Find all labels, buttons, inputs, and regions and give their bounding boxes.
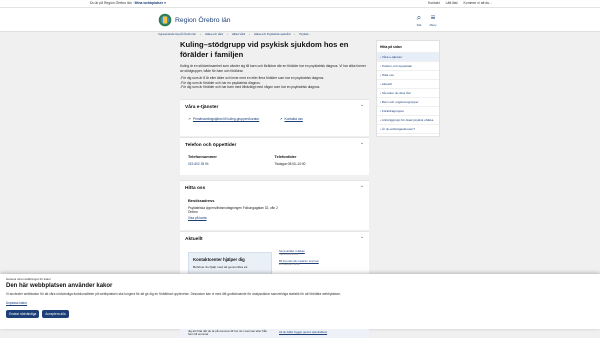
content-below-banner: dig att hitta rätt du är på sommar till … bbox=[180, 329, 369, 338]
section-title: Aktuellt bbox=[185, 236, 203, 242]
news-item[interactable]: Bli bra utan din medicin i sommar 26 maj… bbox=[279, 260, 364, 266]
phone-section: Telefon och öppettider ⌃ Telefonnummer 0… bbox=[180, 137, 369, 175]
utility-link-contact[interactable]: Kontakt bbox=[428, 1, 440, 5]
chevron-up-icon: ⌃ bbox=[360, 236, 364, 241]
phone-header[interactable]: Telefon och öppettider ⌃ bbox=[180, 138, 369, 152]
news-date: 26 maj 2023 16:00 bbox=[279, 263, 300, 266]
find-us-header[interactable]: Hitta oss ⌃ bbox=[180, 181, 369, 195]
cookie-title: Den här webbplatsen använder kakor bbox=[6, 283, 113, 289]
hours-value: Tisdagar 08:00–10:00 bbox=[274, 162, 306, 166]
news-date: 5 juni 2023 09:00 bbox=[279, 253, 299, 256]
sidenav-heading: Hitta på sidan bbox=[377, 43, 439, 53]
cookie-banner: Hantera dina inställningar för kakor Den… bbox=[0, 274, 600, 329]
menu-button[interactable]: ≡ Meny bbox=[426, 13, 440, 28]
chevron-up-icon: ⌃ bbox=[360, 142, 364, 147]
news-list: Sommartider i Hälsan 5 juni 2023 09:00 B… bbox=[279, 250, 364, 270]
breadcrumb-item[interactable]: Uppsamlande fas på Örebro län bbox=[158, 33, 196, 36]
news-title[interactable]: Att du häller bygger genom sjärvändkust bbox=[279, 331, 327, 334]
utility-links: Kontakt Lätt läst Kommer vi att du... bbox=[428, 1, 492, 5]
card-title: Kontaktcenter hjälper dig bbox=[193, 257, 245, 262]
address-heading: Besöksadress bbox=[188, 198, 215, 203]
news-item[interactable]: Sommartider i Hälsan 5 juni 2023 09:00 bbox=[279, 250, 364, 256]
accept-all-button[interactable]: Acceptera alla bbox=[42, 310, 69, 318]
phone-heading: Telefonnummer bbox=[188, 154, 217, 159]
eservices-section: Våra e-tjänster ⌃ ↗ Primärsamlingstjänst… bbox=[180, 99, 369, 136]
on-page-navigation: Hitta på sidan › Våra e-tjänster › Telef… bbox=[376, 40, 440, 137]
section-title: Våra e-tjänster bbox=[185, 104, 219, 110]
sidenav-item[interactable]: › Anhöriggrupp för ökad psykisk ohälsa bbox=[377, 116, 439, 125]
search-icon: ⌕ bbox=[416, 13, 422, 22]
sidenav-item[interactable]: › Telefon och öppettider bbox=[377, 62, 439, 71]
breadcrumb: Uppsamlande fas på Örebro län › Hälsa och… bbox=[158, 33, 311, 36]
cookie-subtitle: Hantera dina inställningar för kakor bbox=[6, 277, 51, 281]
eservice-link-group[interactable]: ↗ Primärsamlingstjänst till kuling-grupp… bbox=[188, 117, 270, 121]
map-link[interactable]: Visa på karta bbox=[188, 216, 361, 220]
sidenav-item[interactable]: › Är du anhöriganknuten? bbox=[377, 125, 439, 134]
site-logo[interactable]: Region Örebro län bbox=[158, 13, 231, 27]
cookie-description: Vi använder webbkakor för att våra nödvä… bbox=[6, 292, 341, 296]
site-switcher[interactable]: Du är på Region Örebro län · Mina webbpl… bbox=[90, 1, 166, 5]
external-link-icon: ↗ bbox=[188, 117, 191, 121]
chevron-down-icon: ▾ bbox=[164, 1, 166, 5]
intro-text: Kuling är en stödverksamhet som vänder s… bbox=[180, 64, 366, 73]
cookie-settings-link[interactable]: Anpassa kakor bbox=[6, 301, 594, 305]
hamburger-icon: ≡ bbox=[430, 13, 436, 22]
top-utility-bar: Du är på Region Örebro län · Mina webbpl… bbox=[0, 0, 600, 8]
breadcrumb-item[interactable]: Hälsa Vård bbox=[232, 33, 245, 36]
menu-label: Meny bbox=[429, 23, 437, 27]
utility-link-easy-read[interactable]: Lätt läst bbox=[446, 1, 458, 5]
utility-link-other[interactable]: Kommer vi att du... bbox=[464, 1, 492, 5]
phone-number-link[interactable]: 019-602 35 94 bbox=[188, 162, 275, 166]
my-sites-link[interactable]: Mina webbplatser bbox=[135, 1, 163, 5]
site-switcher-prefix: Du är på Region Örebro län bbox=[90, 1, 132, 5]
eservice-link-label: Primärsamlingstjänst till kuling-gruppen… bbox=[192, 117, 260, 121]
chevron-up-icon: ⌃ bbox=[360, 185, 364, 190]
eservices-header[interactable]: Våra e-tjänster ⌃ bbox=[180, 100, 369, 114]
sidenav-item[interactable]: › Föräldragrupper bbox=[377, 107, 439, 116]
breadcrumb-item[interactable]: Psykisk... bbox=[299, 33, 310, 36]
external-link-icon: ↗ bbox=[279, 117, 283, 121]
bullet-item: -För dig som är förälder och har barn me… bbox=[180, 85, 321, 90]
page-title: Kuling–stödgrupp vid psykisk sjukdom hos… bbox=[180, 40, 349, 59]
sidenav-item[interactable]: › Aktuellt bbox=[377, 80, 439, 89]
region-logo-icon bbox=[158, 13, 172, 27]
breadcrumb-item[interactable]: Hälsa och Psykiatrisk sjukvård bbox=[254, 33, 290, 36]
section-title: Telefon och öppettider bbox=[185, 142, 237, 148]
address-value: Psykiatriska öppenvårdsmottagningen Folk… bbox=[188, 206, 278, 215]
section-title: Hitta oss bbox=[185, 185, 206, 191]
card-continuation-text: dig att hitta rätt du är på sommar till … bbox=[188, 329, 268, 337]
sidenav-item[interactable]: › Hitta oss bbox=[377, 71, 439, 80]
main-content: Kuling–stödgrupp vid psykisk sjukdom hos… bbox=[180, 40, 369, 90]
hours-heading: Telefontider bbox=[274, 154, 297, 159]
logo-text: Region Örebro län bbox=[175, 16, 231, 24]
current-header[interactable]: Aktuellt ⌃ bbox=[180, 232, 369, 246]
find-us-section: Hitta oss ⌃ Besöksadress Psykiatriska öp… bbox=[180, 180, 369, 230]
sidenav-item[interactable]: › Barn och ungdomsgrupper bbox=[377, 98, 439, 107]
necessary-only-button[interactable]: Endast nödvändiga bbox=[6, 310, 40, 318]
site-header: Region Örebro län ⌕ Sök ≡ Meny bbox=[0, 8, 600, 32]
search-button[interactable]: ⌕ Sök bbox=[412, 13, 426, 28]
eservice-link-contact[interactable]: ↗ Kontakta oss bbox=[280, 117, 362, 121]
sidenav-item[interactable]: › Våra e-tjänster bbox=[377, 53, 439, 62]
chevron-up-icon: ⌃ bbox=[360, 104, 364, 109]
eservice-link-label: Kontakta oss bbox=[284, 117, 303, 121]
sidenav-item[interactable]: › Så söker du dina råd bbox=[377, 89, 439, 98]
search-label: Sök bbox=[416, 23, 422, 27]
breadcrumb-item[interactable]: Hälsa och vård bbox=[205, 33, 223, 36]
card-text: Behöver du hjälp med att genomföra ett bbox=[193, 265, 248, 269]
